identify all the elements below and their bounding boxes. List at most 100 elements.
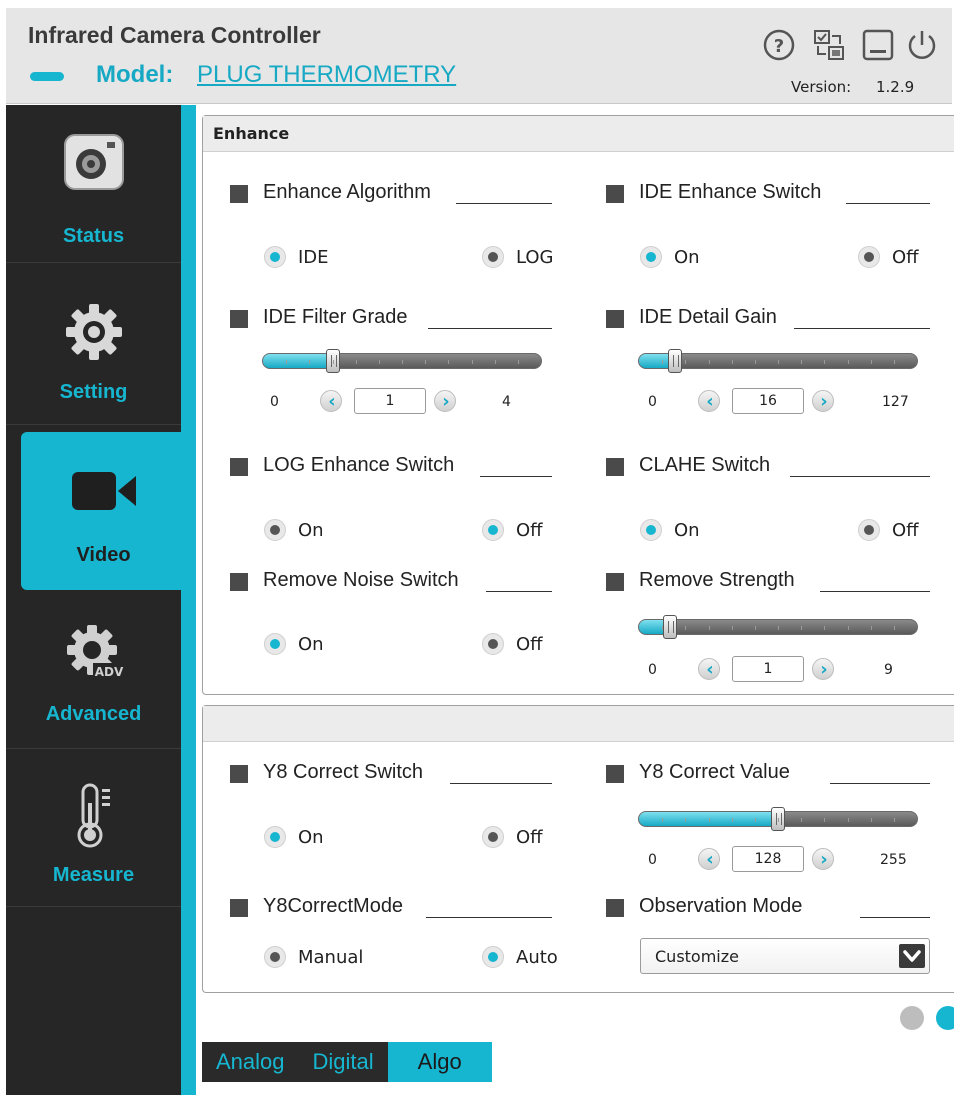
tab-analog[interactable]: Analog [202, 1042, 299, 1082]
increment-arrow-icon[interactable] [812, 390, 835, 413]
main-content: Enhance Enhance Algorithm IDE LOG IDE En… [196, 105, 954, 1095]
model-link[interactable]: PLUG THERMOMETRY [197, 61, 456, 89]
device-switch-icon[interactable] [812, 28, 846, 62]
section-marker [230, 765, 248, 783]
sidebar-item-setting[interactable]: Setting [6, 267, 181, 425]
section-divider [790, 476, 930, 477]
slider-thumb[interactable] [663, 615, 677, 639]
sidebar-item-advanced[interactable]: ADV Advanced [6, 591, 181, 749]
clahe-switch-label: CLAHE Switch [639, 454, 771, 476]
ide-detail-gain-value[interactable]: 16 [732, 388, 804, 414]
section-marker [230, 458, 248, 476]
ide-filter-grade-value[interactable]: 1 [354, 388, 426, 414]
enhance-algorithm-ide-radio[interactable]: IDE [264, 246, 329, 268]
sidebar-item-measure[interactable]: Measure [6, 749, 181, 907]
decrement-arrow-icon[interactable] [698, 848, 721, 871]
y8-correct-switch-label: Y8 Correct Switch [263, 761, 424, 783]
app-title: Infrared Camera Controller [28, 22, 321, 48]
chevron-down-icon[interactable] [899, 944, 925, 968]
max-value: 9 [884, 662, 893, 678]
y8-correct-mode-manual-radio[interactable]: Manual [264, 946, 363, 968]
section-marker [230, 899, 248, 917]
video-camera-icon [72, 472, 136, 514]
max-value: 4 [502, 394, 511, 410]
section-divider [794, 328, 930, 329]
y8-correct-value-slider[interactable] [638, 807, 918, 831]
tab-algo[interactable]: Algo [387, 1042, 492, 1082]
sidebar-accent-bar [181, 105, 196, 1095]
ide-detail-gain-slider[interactable] [638, 349, 918, 373]
ide-enhance-on-radio[interactable]: On [640, 246, 700, 268]
section-marker [230, 573, 248, 591]
remove-strength-value[interactable]: 1 [732, 656, 804, 682]
min-value: 0 [648, 394, 657, 410]
sidebar-item-label: Video [76, 544, 131, 566]
remove-noise-switch-label: Remove Noise Switch [263, 569, 459, 591]
panel-header [203, 706, 954, 742]
camera-icon [63, 133, 125, 195]
sidebar-item-label: Measure [52, 864, 135, 886]
advanced-gear-icon: ADV [63, 621, 125, 687]
decrement-arrow-icon[interactable] [320, 390, 343, 413]
version-label: Version: [791, 78, 852, 96]
log-enhance-off-radio[interactable]: Off [482, 519, 543, 541]
section-divider [450, 783, 552, 784]
y8-correct-value-value[interactable]: 128 [732, 846, 804, 872]
panel-header: Enhance [203, 116, 954, 152]
power-icon[interactable] [905, 28, 939, 62]
section-divider [426, 917, 552, 918]
sidebar-item-status[interactable]: Status [6, 105, 181, 263]
ide-detail-gain-label: IDE Detail Gain [639, 306, 777, 328]
gear-icon [64, 302, 124, 366]
section-marker [606, 573, 624, 591]
minimize-icon[interactable] [861, 28, 895, 62]
increment-arrow-icon[interactable] [812, 658, 835, 681]
log-enhance-switch-label: LOG Enhance Switch [263, 454, 455, 476]
log-enhance-on-radio[interactable]: On [264, 519, 324, 541]
thermometer-icon [74, 783, 114, 853]
min-value: 0 [270, 394, 279, 410]
remove-strength-label: Remove Strength [639, 569, 795, 591]
max-value: 255 [880, 852, 907, 868]
remove-noise-on-radio[interactable]: On [264, 633, 324, 655]
sidebar: Status Setting Video ADV Advanced Measur… [6, 105, 186, 1095]
ide-filter-grade-slider[interactable] [262, 349, 542, 373]
page-indicator-dot-active[interactable] [936, 1006, 954, 1030]
increment-arrow-icon[interactable] [812, 848, 835, 871]
remove-noise-off-radio[interactable]: Off [482, 633, 543, 655]
page-indicator-dot[interactable] [900, 1006, 924, 1030]
enhance-algorithm-log-radio[interactable]: LOG [482, 246, 554, 268]
clahe-off-radio[interactable]: Off [858, 519, 919, 541]
section-marker [230, 185, 248, 203]
section-divider [456, 203, 552, 204]
observation-mode-select[interactable]: Customize [640, 938, 930, 974]
y8-correct-off-radio[interactable]: Off [482, 826, 543, 848]
y8-correct-on-radio[interactable]: On [264, 826, 324, 848]
y8-correct-mode-auto-radio[interactable]: Auto [482, 946, 558, 968]
decrement-arrow-icon[interactable] [698, 390, 721, 413]
section-divider [846, 203, 930, 204]
section-divider [820, 591, 930, 592]
bottom-tab-bar: Analog Digital Algo [202, 1042, 492, 1082]
section-marker [606, 458, 624, 476]
decrement-arrow-icon[interactable] [698, 658, 721, 681]
model-indicator [30, 72, 64, 81]
section-divider [830, 783, 930, 784]
increment-arrow-icon[interactable] [434, 390, 457, 413]
ide-enhance-off-radio[interactable]: Off [858, 246, 919, 268]
help-icon[interactable]: ? [762, 28, 796, 62]
slider-thumb[interactable] [668, 349, 682, 373]
ide-enhance-switch-label: IDE Enhance Switch [639, 181, 822, 203]
section-divider [428, 328, 552, 329]
svg-text:?: ? [774, 36, 784, 57]
panel-title: Enhance [213, 124, 290, 143]
section-divider [486, 591, 552, 592]
remove-strength-slider[interactable] [638, 615, 918, 639]
sidebar-item-label: Status [62, 225, 125, 247]
sidebar-item-label: Setting [59, 381, 128, 403]
svg-text:ADV: ADV [94, 665, 123, 679]
sidebar-item-video[interactable]: Video [21, 432, 186, 590]
model-label: Model: [96, 61, 174, 88]
clahe-on-radio[interactable]: On [640, 519, 700, 541]
tab-digital[interactable]: Digital [299, 1042, 388, 1082]
